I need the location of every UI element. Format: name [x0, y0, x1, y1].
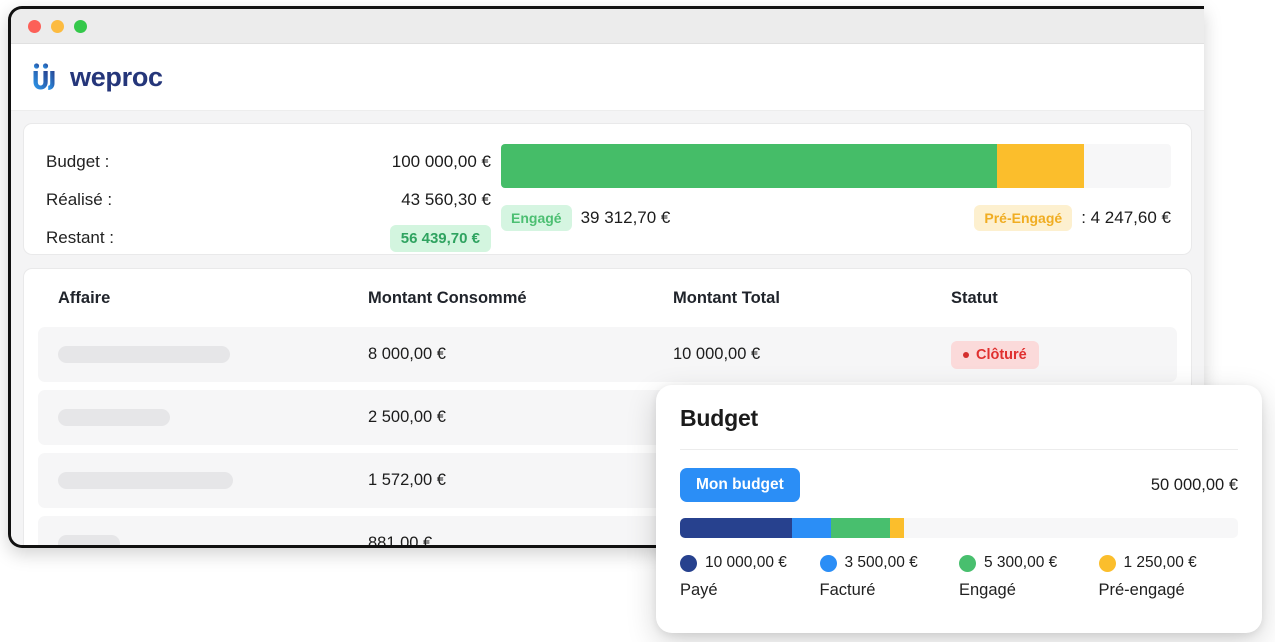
table-header-row: Affaire Montant Consommé Montant Total S…	[38, 269, 1177, 327]
bar-segment-factur-	[791, 518, 831, 538]
brand-bar: weproc	[11, 44, 1204, 111]
popup-divider	[680, 449, 1238, 450]
legend-item: 1 250,00 € Pré-engagé	[1098, 554, 1239, 600]
legend-value-row: 5 300,00 €	[959, 554, 1099, 572]
bar-segment-engag-	[830, 518, 890, 538]
summary-row-restant: Restant : 56 439,70 €	[46, 219, 491, 257]
popup-budget-row: Mon budget 50 000,00 €	[680, 468, 1238, 502]
legend-amount: 10 000,00 €	[705, 554, 787, 571]
legend-color-dot-icon	[819, 554, 837, 572]
budget-summary-card: Budget : 100 000,00 € Réalisé : 43 560,3…	[23, 123, 1192, 255]
legend-color-dot-icon	[959, 554, 976, 572]
table-header-consomme: Montant Consommé	[368, 288, 527, 307]
legend-label: Facturé	[819, 581, 876, 599]
legend-value-row: 10 000,00 €	[680, 554, 820, 572]
weproc-logo-icon	[31, 63, 57, 91]
cell-montant-consomme: 8 000,00 €	[368, 345, 446, 363]
legend-value-row: 3 500,00 €	[819, 554, 960, 572]
affaire-placeholder-bar	[58, 346, 230, 363]
budget-progress-bar	[501, 144, 1171, 188]
budget-stacked-bar	[680, 518, 1238, 538]
cell-affaire	[58, 472, 368, 489]
legend-color-dot-icon	[680, 554, 697, 572]
status-badge-label: Clôturé	[976, 346, 1027, 363]
progress-segment-engage	[501, 144, 997, 188]
engagement-legend-row: Engagé 39 312,70 € Pré-Engagé : 4 247,60…	[501, 205, 1171, 231]
table-header-total: Montant Total	[673, 288, 780, 307]
budget-popup-card: Budget Mon budget 50 000,00 € 10 000,00 …	[656, 385, 1262, 633]
mon-budget-button[interactable]: Mon budget	[680, 468, 800, 502]
summary-value-realise: 43 560,30 €	[401, 190, 491, 209]
legend-amount: 3 500,00 €	[844, 554, 918, 571]
legend-amount: 5 300,00 €	[984, 554, 1058, 571]
summary-label-restant: Restant :	[46, 228, 115, 247]
brand-name: weproc	[70, 61, 163, 92]
table-row[interactable]: 8 000,00 € 10 000,00 € Clôturé	[38, 327, 1177, 382]
popup-budget-total: 50 000,00 €	[1150, 475, 1238, 494]
bar-segment-pr--engag-	[889, 518, 904, 538]
legend-label: Engagé	[959, 581, 1016, 599]
cell-montant-consomme: 1 572,00 €	[368, 471, 446, 489]
table-header-statut: Statut	[951, 288, 998, 307]
legend-item: 3 500,00 € Facturé	[819, 554, 960, 600]
window-titlebar	[11, 9, 1204, 44]
legend-label: Payé	[680, 581, 718, 599]
legend-color-dot-icon	[1098, 554, 1116, 572]
budget-progress-area: Engagé 39 312,70 € Pré-Engagé : 4 247,60…	[491, 140, 1171, 240]
summary-label-budget: Budget :	[46, 152, 110, 171]
status-dot-icon	[963, 351, 969, 358]
cell-montant-consomme: 881,00 €	[368, 534, 433, 548]
summary-row-realise: Réalisé : 43 560,30 €	[46, 181, 491, 219]
summary-label-realise: Réalisé :	[46, 190, 113, 209]
pre-engage-amount: : 4 247,60 €	[1081, 208, 1171, 227]
window-minimize-button[interactable]	[51, 19, 64, 33]
legend-item: 5 300,00 € Engagé	[959, 554, 1099, 600]
cell-affaire	[58, 535, 368, 545]
pre-engage-group: Pré-Engagé : 4 247,60 €	[974, 205, 1171, 231]
engage-group: Engagé 39 312,70 €	[501, 205, 670, 231]
progress-segment-pre-engage	[996, 144, 1084, 188]
cell-affaire	[58, 409, 368, 426]
popup-title: Budget	[680, 405, 759, 431]
affaire-placeholder-bar	[58, 472, 233, 489]
window-close-button[interactable]	[28, 19, 41, 33]
budget-summary-figures: Budget : 100 000,00 € Réalisé : 43 560,3…	[46, 140, 491, 252]
summary-value-restant: 56 439,70 €	[389, 224, 491, 252]
legend-amount: 1 250,00 €	[1123, 554, 1197, 571]
screenshot-stage: weproc Budget : 100 000,00 € Réalisé : 4…	[0, 0, 1275, 642]
affaire-placeholder-bar	[58, 409, 170, 426]
budget-legend: 10 000,00 € Payé 3 500,00 € Facturé 5 300,00…	[680, 554, 1238, 600]
affaire-placeholder-bar	[58, 535, 120, 545]
legend-item: 10 000,00 € Payé	[680, 554, 820, 600]
cell-statut: Clôturé	[951, 340, 1157, 369]
bar-segment-pay-	[680, 518, 792, 538]
legend-value-row: 1 250,00 €	[1098, 554, 1239, 572]
status-badge: Clôturé	[951, 340, 1039, 369]
cell-affaire	[58, 346, 368, 363]
engage-amount: 39 312,70 €	[580, 208, 671, 227]
window-maximize-button[interactable]	[74, 19, 87, 33]
engage-badge: Engagé	[501, 205, 572, 231]
summary-value-budget: 100 000,00 €	[391, 152, 491, 171]
summary-row-budget: Budget : 100 000,00 €	[46, 143, 491, 181]
cell-montant-total: 10 000,00 €	[673, 345, 761, 363]
pre-engage-badge: Pré-Engagé	[974, 205, 1073, 231]
table-header-affaire: Affaire	[58, 288, 111, 307]
cell-montant-consomme: 2 500,00 €	[368, 408, 446, 426]
legend-label: Pré-engagé	[1098, 581, 1185, 599]
